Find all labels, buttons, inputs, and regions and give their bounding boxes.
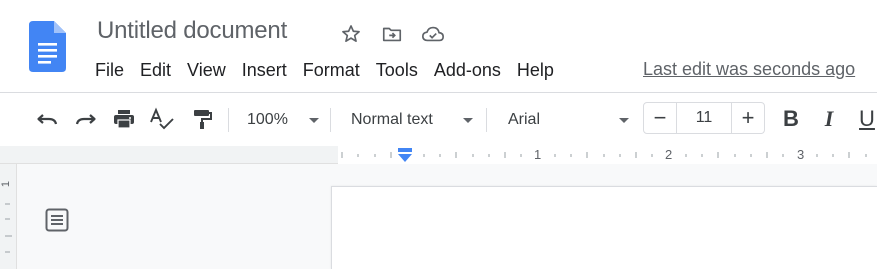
menu-help[interactable]: Help [509,58,562,82]
menu-tools[interactable]: Tools [368,58,426,82]
decrease-font-size-button[interactable]: − [644,103,676,133]
font-size-stepper: − 11 + [643,102,765,134]
zoom-value: 100% [247,111,288,128]
style-select[interactable]: Normal text [351,106,473,134]
font-value: Arial [508,111,541,128]
docs-logo-icon[interactable] [29,21,66,72]
paint-format-icon[interactable] [187,104,215,134]
vertical-ruler [0,164,17,269]
document-page[interactable] [331,186,877,269]
last-edit-link[interactable]: Last edit was seconds ago [643,59,855,80]
menu-bar: File Edit View Insert Format Tools Add-o… [87,58,562,82]
title-actions [337,20,460,48]
menu-view[interactable]: View [179,58,234,82]
chevron-down-icon [463,118,473,123]
chevron-down-icon [309,118,319,123]
zoom-select[interactable]: 100% [247,106,319,134]
increase-font-size-button[interactable]: + [732,103,764,133]
italic-button[interactable]: I [817,105,841,133]
ruler-label: 3 [797,147,805,162]
document-outline-icon[interactable] [41,204,73,236]
menu-add-ons[interactable]: Add-ons [426,58,509,82]
underline-button[interactable]: U [857,105,877,133]
bold-button[interactable]: B [779,105,803,133]
toolbar-divider [330,108,331,132]
undo-icon[interactable] [33,104,61,134]
style-value: Normal text [351,111,433,128]
ruler-label: 1 [534,147,542,162]
font-select[interactable]: Arial [508,106,629,134]
toolbar-divider [486,108,487,132]
star-icon[interactable] [337,20,365,48]
ruler-label: 2 [665,147,673,162]
spellcheck-icon[interactable] [148,104,176,134]
vertical-ruler-label: 1 [0,180,13,188]
menu-file[interactable]: File [87,58,132,82]
cloud-saved-icon[interactable] [419,20,447,48]
font-size-input[interactable]: 11 [676,103,732,133]
menu-format[interactable]: Format [295,58,368,82]
print-icon[interactable] [110,104,138,134]
document-title[interactable]: Untitled document [97,17,287,45]
chevron-down-icon [619,118,629,123]
app-header: Untitled document File Edit View Insert … [0,0,877,92]
move-to-folder-icon[interactable] [378,20,406,48]
menu-edit[interactable]: Edit [132,58,179,82]
redo-icon[interactable] [72,104,100,134]
toolbar-divider [228,108,229,132]
menu-insert[interactable]: Insert [234,58,295,82]
